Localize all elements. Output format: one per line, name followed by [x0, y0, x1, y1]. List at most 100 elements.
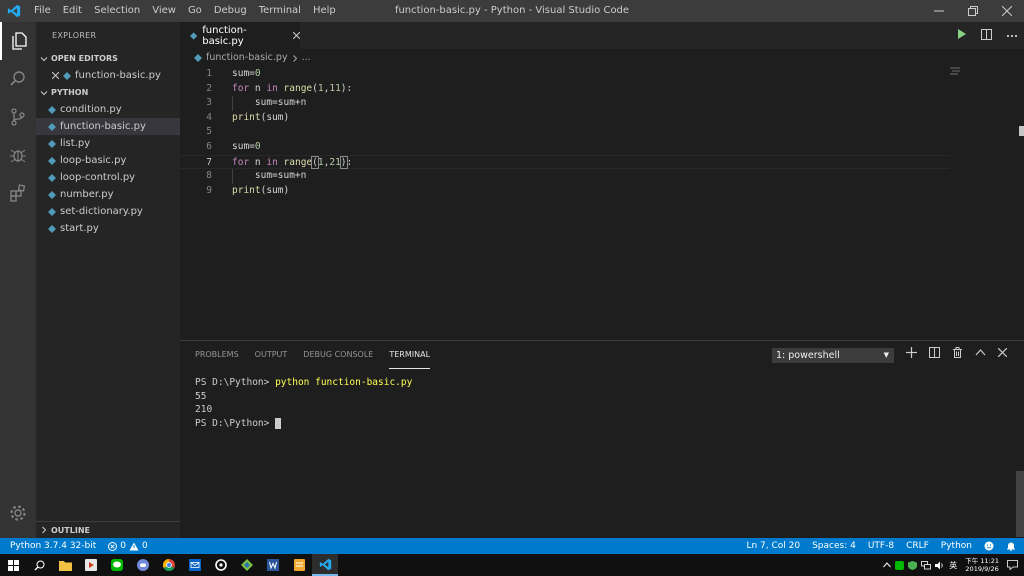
file-item-list[interactable]: list.py — [36, 135, 180, 152]
maximize-panel-button[interactable] — [975, 347, 986, 361]
taskbar-mail-app[interactable] — [182, 554, 208, 576]
encoding-status[interactable]: UTF-8 — [868, 541, 894, 551]
eol-status[interactable]: CRLF — [906, 541, 929, 551]
activity-explorer[interactable] — [0, 22, 36, 60]
taskbar-circle-app[interactable] — [208, 554, 234, 576]
code-editor[interactable]: 1 sum=0 2 for n in range(1,11): 3 sum=su… — [180, 67, 950, 198]
open-editor-item[interactable]: function-basic.py — [36, 67, 180, 84]
action-center-icon[interactable] — [1007, 560, 1018, 570]
system-tray: 英 下午 11:21 2019/9/26 — [883, 554, 1024, 576]
ime-indicator[interactable]: 英 — [949, 560, 957, 571]
indentation-status[interactable]: Spaces: 4 — [812, 541, 856, 551]
activity-debug[interactable] — [0, 136, 36, 174]
taskbar-file-explorer[interactable] — [52, 554, 78, 576]
taskbar-clock[interactable]: 下午 11:21 2019/9/26 — [961, 557, 1003, 573]
split-editor-button[interactable] — [981, 28, 992, 43]
outline-section[interactable]: OUTLINE — [36, 521, 180, 538]
terminal-select[interactable]: 1: powershell ▼ — [772, 348, 894, 363]
tab-terminal[interactable]: TERMINAL — [389, 341, 431, 369]
taskbar-line-app[interactable] — [104, 554, 130, 576]
problems-status[interactable]: 0 0 — [108, 541, 148, 551]
kill-terminal-button[interactable] — [952, 347, 963, 361]
menu-file[interactable]: File — [28, 0, 57, 22]
menu-selection[interactable]: Selection — [88, 0, 146, 22]
files-icon — [12, 32, 27, 50]
python-interpreter-status[interactable]: Python 3.7.4 32-bit — [10, 541, 96, 551]
taskbar-discord-app[interactable] — [130, 554, 156, 576]
menu-view[interactable]: View — [146, 0, 182, 22]
python-file-icon — [63, 71, 71, 80]
trash-icon — [953, 347, 962, 358]
open-editors-label: OPEN EDITORS — [51, 54, 118, 63]
open-editors-section[interactable]: OPEN EDITORS — [36, 50, 180, 67]
run-button[interactable] — [957, 29, 967, 42]
menu-go[interactable]: Go — [182, 0, 208, 22]
file-item-start[interactable]: start.py — [36, 220, 180, 237]
start-button[interactable] — [0, 554, 26, 576]
more-actions-button[interactable] — [1006, 30, 1018, 41]
activity-search[interactable] — [0, 60, 36, 98]
code-text: for n in range(1,11): — [232, 82, 353, 94]
line-number: 1 — [206, 68, 212, 79]
clock-date: 2019/9/26 — [965, 565, 999, 573]
tab-debug-console[interactable]: DEBUG CONSOLE — [303, 341, 373, 369]
file-item-loop-control[interactable]: loop-control.py — [36, 169, 180, 186]
file-item-function-basic[interactable]: function-basic.py — [36, 118, 180, 135]
circle-app-icon — [215, 559, 227, 571]
close-icon[interactable] — [52, 72, 59, 79]
taskbar-git-app[interactable] — [234, 554, 260, 576]
menu-debug[interactable]: Debug — [208, 0, 253, 22]
terminal-output[interactable]: PS D:\Python> python function-basic.py 5… — [195, 376, 412, 430]
file-item-loop-basic[interactable]: loop-basic.py — [36, 152, 180, 169]
menu-edit[interactable]: Edit — [57, 0, 88, 22]
taskbar-chrome[interactable] — [156, 554, 182, 576]
menu-help[interactable]: Help — [307, 0, 342, 22]
restore-button[interactable] — [956, 0, 990, 22]
menu-terminal[interactable]: Terminal — [253, 0, 307, 22]
cursor-position-status[interactable]: Ln 7, Col 20 — [746, 541, 800, 551]
breadcrumb-more[interactable]: ... — [302, 49, 311, 67]
file-item-condition[interactable]: condition.py — [36, 101, 180, 118]
python-folder-section[interactable]: PYTHON — [36, 84, 180, 101]
feedback-button[interactable] — [984, 541, 994, 551]
taskbar-search[interactable] — [26, 554, 52, 576]
breadcrumb-file[interactable]: function-basic.py — [206, 49, 288, 67]
tray-app-icon[interactable] — [895, 560, 905, 570]
minimap-toggle[interactable] — [950, 66, 960, 79]
code-text: sum=0 — [232, 68, 261, 79]
search-icon — [10, 71, 25, 86]
close-window-button[interactable] — [990, 0, 1024, 22]
code-line: 4 print(sum) — [180, 111, 950, 126]
terminal-prompt: PS D:\Python> — [195, 417, 276, 429]
activity-extensions[interactable] — [0, 174, 36, 212]
network-icon[interactable] — [921, 560, 932, 570]
smiley-icon — [984, 541, 994, 551]
game-controller-icon — [137, 559, 149, 571]
activity-manage[interactable] — [0, 494, 36, 532]
close-tab-button[interactable] — [292, 29, 301, 42]
file-item-set-dictionary[interactable]: set-dictionary.py — [36, 203, 180, 220]
taskbar-word[interactable] — [260, 554, 286, 576]
chevron-up-icon[interactable] — [883, 562, 892, 568]
editor-tab-function-basic[interactable]: function-basic.py — [180, 22, 301, 49]
tab-problems[interactable]: PROBLEMS — [195, 341, 239, 369]
tray-shield-icon[interactable] — [908, 560, 918, 570]
language-mode-status[interactable]: Python — [941, 541, 972, 551]
taskbar-vscode[interactable] — [312, 554, 338, 576]
taskbar-media-app[interactable] — [78, 554, 104, 576]
error-icon — [108, 541, 118, 551]
minimize-button[interactable] — [922, 0, 956, 22]
panel-scrollbar[interactable] — [1016, 471, 1024, 537]
notifications-button[interactable] — [1006, 541, 1016, 551]
file-item-number[interactable]: number.py — [36, 186, 180, 203]
close-panel-button[interactable] — [997, 347, 1008, 360]
tab-output[interactable]: OUTPUT — [255, 341, 288, 369]
code-line: 1 sum=0 — [180, 67, 950, 82]
new-terminal-button[interactable] — [906, 347, 917, 361]
volume-icon[interactable] — [935, 561, 945, 570]
split-terminal-button[interactable] — [929, 347, 940, 361]
line-number: 8 — [206, 170, 212, 182]
taskbar-notes-app[interactable] — [286, 554, 312, 576]
split-icon — [981, 28, 992, 40]
activity-source-control[interactable] — [0, 98, 36, 136]
